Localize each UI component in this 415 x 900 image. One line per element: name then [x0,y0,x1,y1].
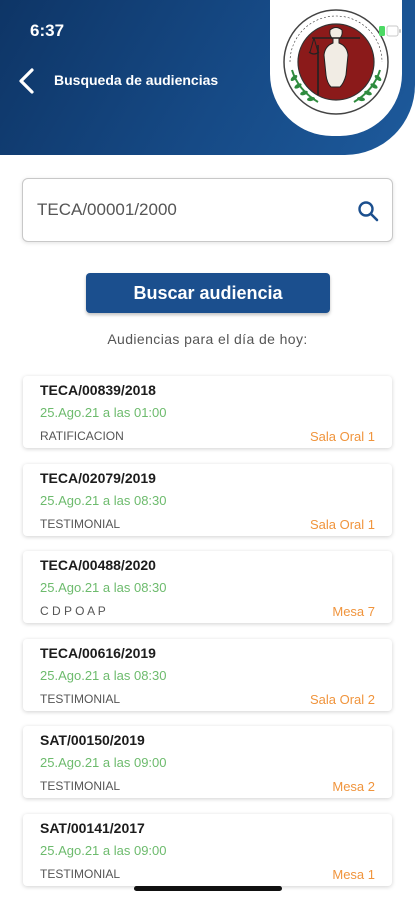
hearing-type: TESTIMONIAL [40,866,121,881]
hearing-card[interactable]: TECA/00839/2018 25.Ago.21 a las 01:00 RA… [23,376,392,448]
battery-icon [379,25,401,37]
hearings-list: TECA/00839/2018 25.Ago.21 a las 01:00 RA… [23,376,392,900]
hearing-card[interactable]: SAT/00141/2017 25.Ago.21 a las 09:00 TES… [23,813,392,886]
logo-container [270,0,402,136]
hearing-type: TESTIMONIAL [40,779,121,793]
hearing-room: Sala Oral 1 [309,516,375,532]
case-number: SAT/00150/2019 [40,732,145,748]
back-button[interactable] [12,64,42,98]
hearing-datetime: 25.Ago.21 a las 08:30 [40,667,167,683]
hearing-datetime: 25.Ago.21 a las 08:30 [40,580,167,595]
hearing-type: RATIFICACION [40,429,124,443]
hearing-datetime: 25.Ago.21 a las 09:00 [40,842,167,858]
status-time: 6:37 [30,21,65,40]
hearing-card[interactable]: TECA/00488/2020 25.Ago.21 a las 08:30 C … [23,551,392,623]
hearing-card[interactable]: TECA/00616/2019 25.Ago.21 a las 08:30 TE… [23,638,392,711]
hearing-type: C D P O A P [40,604,106,618]
hearing-datetime: 25.Ago.21 a las 09:00 [40,755,167,770]
search-input[interactable] [37,179,337,241]
hearing-type: TESTIMONIAL [40,516,121,531]
case-number: TECA/00839/2018 [40,382,156,398]
case-number: TECA/02079/2019 [40,469,156,486]
hearing-room: Mesa 7 [332,604,375,619]
section-label: Audiencias para el día de hoy: [107,331,308,347]
hearing-room: Mesa 2 [332,779,375,794]
search-hearing-button[interactable]: Buscar audiencia [86,273,330,313]
hearing-room: Sala Oral 2 [309,691,375,707]
hearing-datetime: 25.Ago.21 a las 08:30 [40,492,167,508]
hearing-room: Sala Oral 1 [309,429,375,444]
case-number: TECA/00616/2019 [40,644,156,661]
case-number: TECA/00488/2020 [40,557,156,573]
hearing-card[interactable]: SAT/00150/2019 25.Ago.21 a las 09:00 TES… [23,726,392,798]
hearing-card[interactable]: TECA/02079/2019 25.Ago.21 a las 08:30 TE… [23,463,392,536]
search-icon[interactable] [356,199,380,223]
hearing-type: TESTIMONIAL [40,691,121,706]
chevron-left-icon [19,68,34,94]
case-number: SAT/00141/2017 [40,819,145,836]
hearing-room: Mesa 1 [332,866,375,882]
justice-seal-logo [283,9,389,115]
page-title: Busqueda de audiencias [54,72,219,88]
hearing-datetime: 25.Ago.21 a las 01:00 [40,405,167,420]
search-field [22,178,393,242]
home-indicator[interactable] [134,886,282,891]
